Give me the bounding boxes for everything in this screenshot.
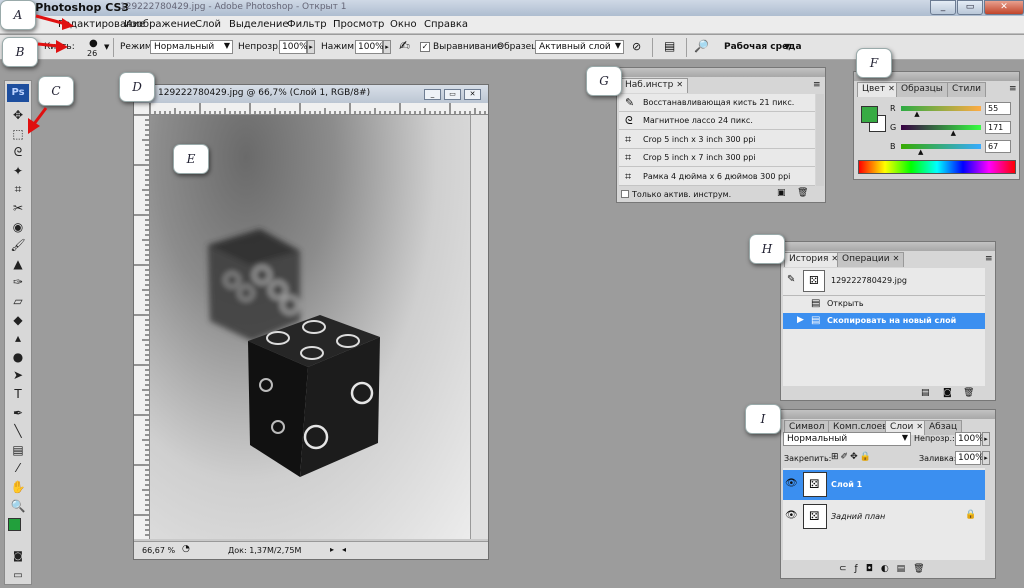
arrow-c — [32, 107, 48, 125]
arrow-b — [37, 42, 59, 48]
arrow-a-head — [62, 18, 74, 30]
annotation-arrows — [28, 14, 74, 134]
arrow-a — [35, 14, 67, 26]
color-foreground-swatch[interactable] — [861, 106, 878, 123]
arrow-b-head — [56, 40, 68, 53]
